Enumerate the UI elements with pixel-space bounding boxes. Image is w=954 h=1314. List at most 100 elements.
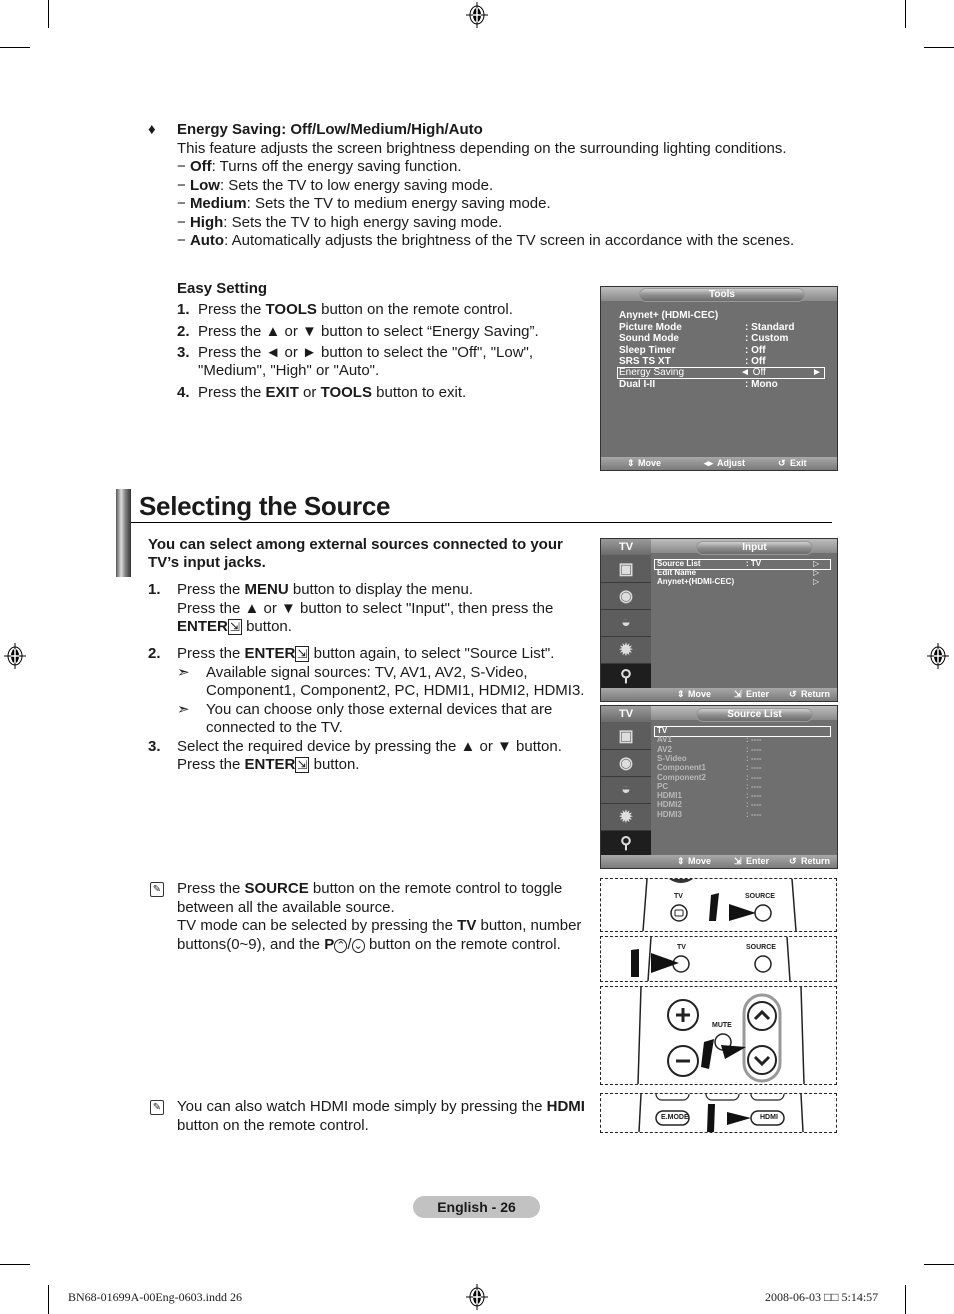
note-arrow-icon: ➣ <box>177 700 190 718</box>
section-side-bar <box>116 489 131 577</box>
option-medium: − Medium: Sets the TV to medium energy s… <box>177 195 551 212</box>
osd-item-value: : ---- <box>746 744 762 754</box>
exit-icon: ↺ <box>778 458 786 468</box>
registration-mark-icon <box>4 643 26 669</box>
osd-item: HDMI2 <box>657 800 682 810</box>
osd-item: SRS TS XT <box>619 356 671 367</box>
osd-item: Sound Mode <box>619 333 679 344</box>
energy-saving-section: ♦ Energy Saving: Off/Low/Medium/High/Aut… <box>148 121 828 261</box>
step-1-line-1: Press the MENU button to display the men… <box>177 581 473 598</box>
return-icon: ↺ <box>789 689 797 699</box>
step-3-line-1: Select the required device by pressing t… <box>177 737 562 755</box>
adjust-icon: ◂▸ <box>704 458 714 468</box>
osd-item-value: : ---- <box>746 800 762 810</box>
tools-osd-screenshot: Tools Anynet+ (HDMI-CEC) Picture Mode : … <box>600 286 838 471</box>
osd-item-selected: Energy Saving <box>619 367 685 378</box>
osd-item: Anynet+(HDMI-CEC) <box>657 577 735 586</box>
enter-icon: ⇲ <box>295 757 310 773</box>
input-osd-screenshot: TV ▣ ◉ ◒ ✹ ⚲ Input Source List : TV ▷ Ed… <box>600 538 838 702</box>
crop-mark <box>48 1285 49 1314</box>
osd-item: Component2 <box>657 772 706 782</box>
remote-illustration-tv: TV SOURCE <box>600 936 837 982</box>
channel-icon: ◒ <box>601 610 651 637</box>
move-icon: ⇕ <box>677 856 685 866</box>
osd-sidebar: TV ▣ ◉ ◒ ✹ ⚲ <box>601 706 651 856</box>
sound-icon: ◉ <box>601 583 651 610</box>
osd-title: Tools <box>639 288 805 302</box>
osd-item-value: : ---- <box>746 809 762 819</box>
note-icon: ✎ <box>150 882 164 897</box>
picture-icon: ▣ <box>601 556 651 583</box>
option-auto: − Auto: Automatically adjusts the bright… <box>177 232 795 249</box>
step-1-line-3: ENTER ⇲ button. <box>177 618 292 635</box>
easy-step-1: 1. Press the TOOLS button on the remote c… <box>177 301 513 318</box>
osd-selection-highlight <box>654 726 831 737</box>
channel-down-icon: ⌄ <box>351 938 365 953</box>
osd-item: AV2 <box>657 744 672 754</box>
osd-item-value: : ---- <box>746 781 762 791</box>
section-intro: You can select among external sources co… <box>148 536 563 571</box>
input-icon: ⚲ <box>601 831 651 856</box>
return-icon: ↺ <box>789 856 797 866</box>
energy-saving-heading: Energy Saving: Off/Low/Medium/High/Auto <box>177 121 483 138</box>
osd-footer: ⇕ Move ⇲ Enter ↺ Return <box>601 855 837 868</box>
remote-illustration-source: TV SOURCE <box>600 878 837 932</box>
submenu-arrow-icon: ▷ <box>813 568 820 577</box>
registration-mark-icon <box>927 643 949 669</box>
osd-item: S-Video <box>657 753 687 763</box>
print-file-name: BN68-01699A-00Eng-0603.indd 26 <box>68 1290 242 1304</box>
remote-illustration-hdmi: E.MODE HDMI <box>600 1093 837 1133</box>
osd-item: Anynet+ (HDMI-CEC) <box>619 310 719 321</box>
note-icon: ✎ <box>150 1100 164 1115</box>
picture-icon: ▣ <box>601 723 651 750</box>
osd-footer: ⇕ Move ◂▸ Adjust ↺ Exit <box>601 457 837 470</box>
print-timestamp: 2008-06-03 □□ 5:14:57 <box>765 1290 879 1304</box>
easy-step-3: 3. Press the ◄ or ► button to select the … <box>177 344 534 361</box>
easy-step-3-cont: "Medium", "High" or "Auto". <box>198 362 380 379</box>
option-low: − Low: Sets the TV to low energy saving … <box>177 176 494 194</box>
step-1-line-2: Press the ▲ or ▼ button to select "Input… <box>177 599 554 617</box>
section-title: Selecting the Source <box>139 491 391 521</box>
crop-mark <box>924 47 954 48</box>
source-button-label: SOURCE <box>745 893 775 900</box>
easy-step-4: 4. Press the EXIT or TOOLS button to exit… <box>177 384 467 401</box>
osd-item: PC <box>657 781 669 791</box>
osd-item-selected: TV <box>657 726 668 735</box>
osd-item-value: : ---- <box>746 763 762 773</box>
page-number: English - 26 <box>413 1196 540 1218</box>
option-high: − High: Sets the TV to high energy savin… <box>177 213 503 231</box>
source-list-osd-screenshot: TV ▣ ◉ ◒ ✹ ⚲ Source List TV AV1 : ---- AV2:… <box>600 705 838 869</box>
osd-item: Edit Name <box>657 568 697 577</box>
registration-mark-icon <box>466 2 488 28</box>
crop-mark <box>0 1264 30 1265</box>
note-source-button: ✎ Press the SOURCE button on the remote … <box>148 880 588 956</box>
easy-setting-heading: Easy Setting <box>177 280 268 297</box>
enter-icon: ⇲ <box>227 619 242 635</box>
step-3-line-2: Press the ENTER ⇲ button. <box>177 756 360 773</box>
source-steps: 1. Press the MENU button to display the … <box>148 581 585 773</box>
osd-item: HDMI3 <box>657 809 682 819</box>
move-icon: ⇕ <box>627 458 635 468</box>
channel-icon: ◒ <box>601 777 651 804</box>
osd-item: Sleep Timer <box>619 344 676 356</box>
enter-icon: ⇲ <box>734 689 742 699</box>
note-arrow-icon: ➣ <box>177 663 190 681</box>
osd-title: Source List <box>696 708 813 722</box>
crop-mark <box>905 1285 906 1314</box>
bullet-icon: ♦ <box>148 121 156 138</box>
enter-icon: ⇲ <box>734 856 742 866</box>
crop-mark <box>48 0 49 28</box>
mute-button-label: MUTE <box>712 1022 732 1029</box>
osd-item: HDMI1 <box>657 791 682 801</box>
section-rule <box>131 522 832 523</box>
remote-illustration-channel: MUTE <box>600 986 837 1085</box>
move-icon: ⇕ <box>677 689 685 699</box>
step-2-note-2: You can choose only those external devic… <box>206 700 553 718</box>
osd-item: AV1 <box>657 735 672 745</box>
step-2-note-1: Available signal sources: TV, AV1, AV2, … <box>206 663 528 681</box>
setup-icon: ✹ <box>601 804 651 831</box>
osd-item-selected: Source List <box>657 559 701 568</box>
osd-title: Input <box>696 541 813 555</box>
right-arrow-icon: ► <box>812 367 822 378</box>
easy-setting-section: Easy Setting 1. Press the TOOLS button on… <box>177 280 587 405</box>
